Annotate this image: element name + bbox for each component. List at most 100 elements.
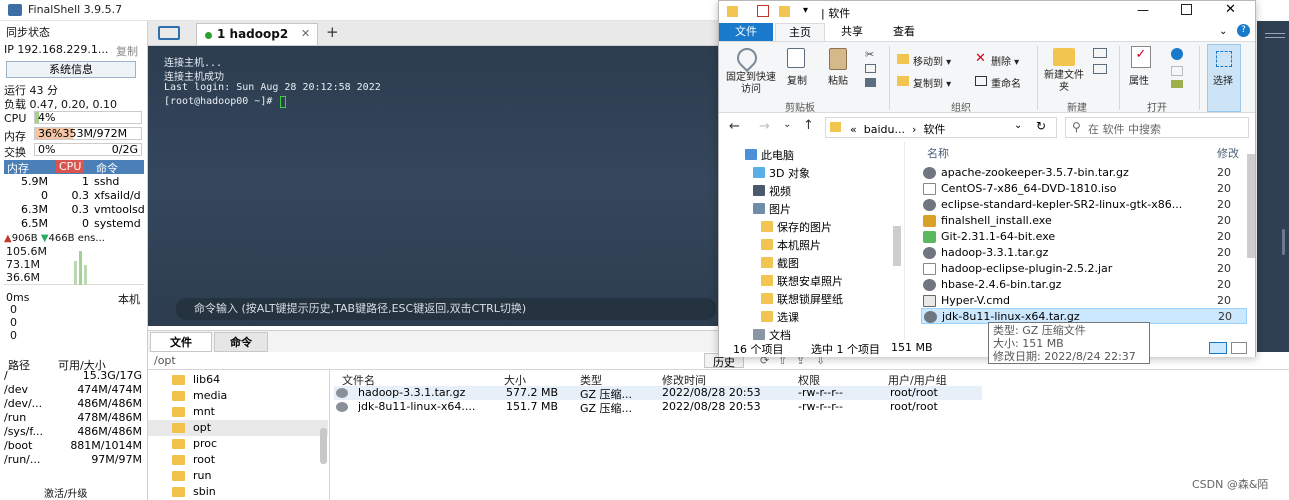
copy-button[interactable]: 复制: [785, 72, 809, 87]
explorer-file-row[interactable]: hbase-2.4.6-bin.tar.gz 20: [923, 277, 1231, 293]
address-input[interactable]: « baidu... › 软件 ⌄ ↻: [825, 117, 1057, 138]
back-arrow-icon[interactable]: ←: [729, 119, 740, 134]
select-button[interactable]: 选择: [1207, 44, 1241, 112]
tab-file[interactable]: 文件: [719, 23, 773, 41]
copy-ip-link[interactable]: 复制: [116, 43, 138, 59]
refresh-icon[interactable]: ↻: [1036, 119, 1046, 133]
copy-icon[interactable]: [787, 48, 805, 68]
close-icon[interactable]: ✕: [1225, 2, 1236, 17]
tree-item[interactable]: proc: [148, 436, 328, 452]
move-to-icon[interactable]: [897, 54, 909, 64]
net-interface[interactable]: ens...: [78, 233, 105, 244]
rename-icon[interactable]: [975, 76, 987, 86]
tab-home[interactable]: 主页: [775, 23, 825, 41]
col-date[interactable]: 修改: [1217, 145, 1239, 161]
open-icon[interactable]: [1171, 48, 1183, 60]
search-box[interactable]: ⚲ 在 软件 中搜索: [1065, 117, 1249, 138]
delete-button[interactable]: 删除 ▾: [991, 53, 1019, 68]
properties-icon[interactable]: [757, 5, 769, 17]
latency-host[interactable]: 本机: [118, 291, 140, 307]
command-input[interactable]: 命令输入 (按ALT键提示历史,TAB键路径,ESC键返回,双击CTRL切换): [176, 298, 716, 320]
history-icon[interactable]: [1171, 80, 1183, 88]
nav-item-folder[interactable]: 截图: [719, 254, 889, 271]
delete-icon[interactable]: ✕: [975, 51, 986, 66]
cut-icon[interactable]: ✂: [865, 48, 874, 61]
nav-item-this-pc[interactable]: 此电脑: [719, 146, 889, 163]
explorer-file-row[interactable]: Git-2.31.1-64-bit.exe 20: [923, 229, 1231, 245]
copy-to-button[interactable]: 复制到 ▾: [913, 75, 951, 90]
tab-files[interactable]: 文件: [150, 332, 212, 352]
file-row[interactable]: hadoop-3.3.1.tar.gz 577.2 MB GZ 压缩... 20…: [334, 386, 982, 401]
help-icon[interactable]: ?: [1237, 24, 1250, 37]
chevron-down-icon[interactable]: ⌄: [1219, 26, 1227, 37]
tab-hadoop2[interactable]: 1 hadoop2 ✕: [196, 23, 318, 45]
tree-item[interactable]: mnt: [148, 404, 328, 420]
new-folder-icon[interactable]: [779, 6, 790, 17]
nav-item-folder[interactable]: 选课: [719, 308, 889, 325]
breadcrumb-overflow[interactable]: «: [850, 123, 857, 136]
explorer-file-row[interactable]: apache-zookeeper-3.5.7-bin.tar.gz 20: [923, 165, 1231, 181]
tree-item[interactable]: lib64: [148, 372, 328, 388]
properties-icon[interactable]: ✓: [1131, 46, 1151, 68]
file-pane-scrollbar[interactable]: [1247, 154, 1255, 258]
proc-col-cpu[interactable]: CPU: [56, 160, 85, 173]
up-arrow-icon[interactable]: ↑: [803, 118, 814, 133]
pin-quick-access-button[interactable]: 固定到快速访问: [723, 72, 779, 96]
proc-col-cmd[interactable]: 命令: [96, 160, 118, 176]
new-item-icon[interactable]: [1093, 48, 1107, 58]
terminal[interactable]: 连接主机... 连接主机成功 Last login: Sun Aug 28 20…: [148, 46, 718, 326]
nav-item-folder[interactable]: 保存的图片: [719, 218, 889, 235]
file-row[interactable]: jdk-8u11-linux-x64.... 151.7 MB GZ 压缩...…: [334, 400, 982, 415]
new-folder-button[interactable]: 新建文件夹: [1043, 70, 1085, 94]
nav-item-folder[interactable]: 本机照片: [719, 236, 889, 253]
tree-item[interactable]: root: [148, 452, 328, 468]
close-icon[interactable]: ✕: [301, 27, 310, 40]
paste-button[interactable]: 粘贴: [825, 72, 851, 87]
col-name[interactable]: 名称: [927, 145, 949, 161]
hamburger-icon[interactable]: [1265, 33, 1285, 34]
explorer-file-row[interactable]: eclipse-standard-kepler-SR2-linux-gtk-x8…: [923, 197, 1231, 213]
folder-icon[interactable]: [158, 26, 180, 40]
chevron-down-icon[interactable]: ▾: [803, 5, 808, 16]
explorer-file-row[interactable]: Hyper-V.cmd 20: [923, 293, 1231, 309]
minimize-icon[interactable]: —: [1137, 3, 1149, 17]
move-to-button[interactable]: 移动到 ▾: [913, 53, 951, 68]
sync-status[interactable]: 同步状态: [6, 24, 50, 40]
explorer-file-row[interactable]: hadoop-eclipse-plugin-2.5.2.jar 20: [923, 261, 1231, 277]
details-view-icon[interactable]: [1209, 342, 1227, 354]
nav-item-folder[interactable]: 联想安卓照片: [719, 272, 889, 289]
process-row[interactable]: 6.3M 0.3 vmtoolsd: [4, 203, 144, 217]
nav-item-videos[interactable]: 视频: [719, 182, 889, 199]
tree-scrollbar[interactable]: [320, 428, 327, 464]
nav-item-3d[interactable]: 3D 对象: [719, 164, 889, 181]
explorer-file-row[interactable]: CentOS-7-x86_64-DVD-1810.iso 20: [923, 181, 1231, 197]
pin-icon[interactable]: [732, 43, 762, 73]
process-row[interactable]: 5.9M 1 sshd: [4, 175, 144, 189]
rename-button[interactable]: 重命名: [991, 75, 1021, 90]
properties-button[interactable]: 属性: [1129, 72, 1149, 87]
nav-item-folder[interactable]: 联想锁屏壁纸: [719, 290, 889, 307]
explorer-file-row[interactable]: hadoop-3.3.1.tar.gz 20: [923, 245, 1231, 261]
copy-to-icon[interactable]: [897, 76, 909, 86]
breadcrumb-item[interactable]: 软件: [923, 123, 945, 136]
recent-chevron-icon[interactable]: ⌄: [783, 119, 791, 130]
nav-scrollbar[interactable]: [893, 226, 901, 266]
add-tab-icon[interactable]: +: [326, 23, 339, 41]
new-folder-icon[interactable]: [1053, 48, 1075, 66]
tree-item[interactable]: run: [148, 468, 328, 484]
edit-icon[interactable]: [1171, 66, 1183, 76]
tree-item[interactable]: sbin: [148, 484, 328, 500]
copy-path-icon[interactable]: [865, 64, 876, 73]
path-input[interactable]: /opt: [154, 354, 176, 367]
breadcrumb-item[interactable]: baidu...: [864, 123, 905, 136]
tab-view[interactable]: 查看: [881, 23, 927, 41]
explorer-file-row[interactable]: finalshell_install.exe 20: [923, 213, 1231, 229]
large-icons-view-icon[interactable]: [1231, 342, 1247, 354]
forward-arrow-icon[interactable]: →: [759, 119, 770, 134]
proc-col-mem[interactable]: 内存: [7, 160, 29, 176]
process-row[interactable]: 6.5M 0 systemd: [4, 217, 144, 231]
nav-item-pictures[interactable]: 图片: [719, 200, 889, 217]
tab-commands[interactable]: 命令: [214, 332, 268, 352]
activate-link[interactable]: 激活/升级: [44, 485, 87, 500]
tab-share[interactable]: 共享: [829, 23, 875, 41]
